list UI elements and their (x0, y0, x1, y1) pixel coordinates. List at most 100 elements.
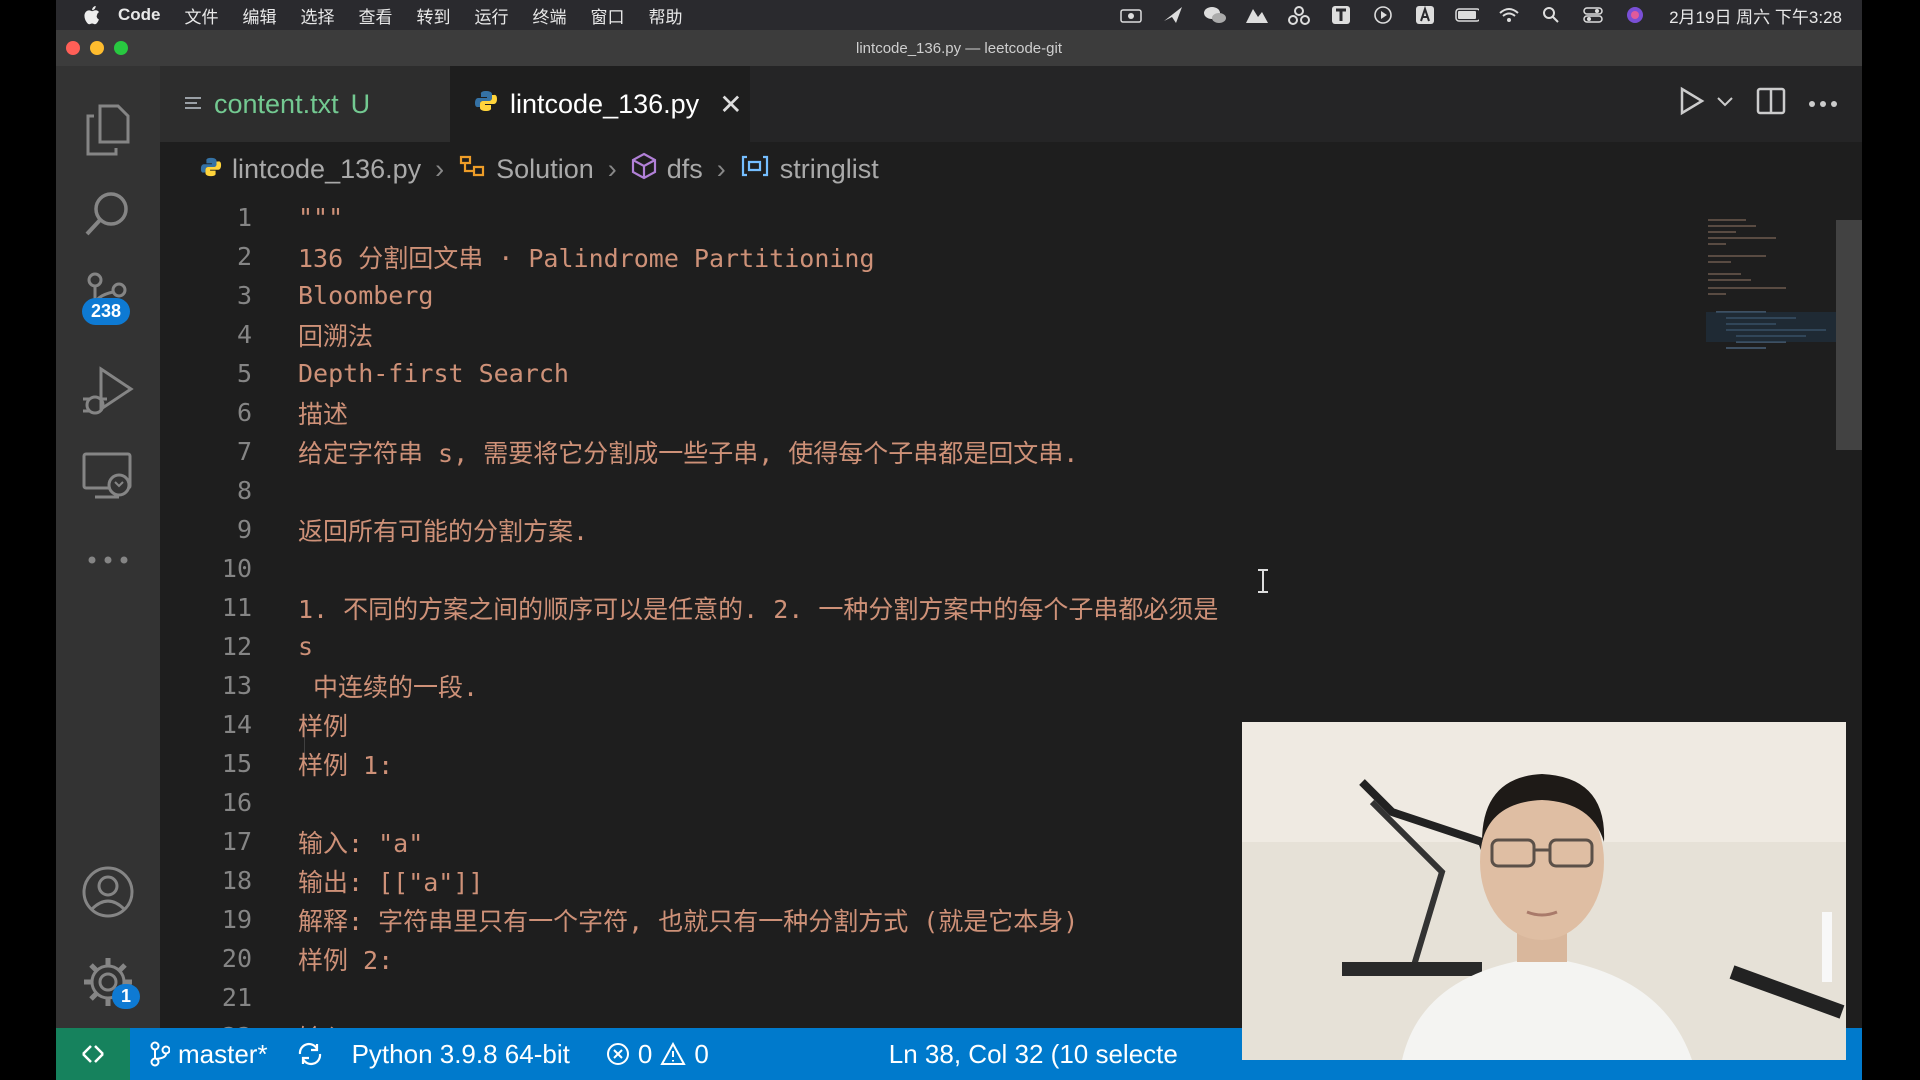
spotlight-search-icon[interactable] (1539, 4, 1563, 26)
sync-icon[interactable] (296, 1042, 324, 1066)
remote-explorer-icon[interactable] (56, 434, 160, 518)
code-line: 10 (160, 549, 298, 588)
control-center-icon[interactable] (1581, 4, 1605, 26)
breadcrumb-method-label: dfs (666, 153, 703, 184)
menu-terminal[interactable]: 终端 (533, 3, 567, 28)
line-number: 2 (236, 242, 252, 271)
settings-gear-icon[interactable]: 1 (56, 940, 160, 1024)
menu-go[interactable]: 转到 (417, 3, 451, 28)
breadcrumb-variable[interactable]: stringlist (740, 154, 879, 185)
line-number: 15 (221, 749, 252, 778)
tab-content-txt[interactable]: content.txt U (160, 66, 450, 142)
apple-icon[interactable] (82, 4, 104, 26)
remote-icon (82, 1045, 104, 1063)
git-branch-icon (150, 1041, 170, 1067)
minimize-window-button[interactable] (90, 41, 104, 55)
line-number: 11 (221, 593, 252, 622)
code-line: 8 (160, 471, 298, 510)
line-number: 8 (236, 476, 252, 505)
python-interpreter[interactable]: Python 3.9.8 64-bit (352, 1039, 570, 1070)
menu-window[interactable]: 窗口 (591, 3, 625, 28)
chevron-down-icon[interactable] (1716, 95, 1734, 113)
menu-view[interactable]: 查看 (359, 3, 393, 28)
breadcrumb-file-label: lintcode_136.py (232, 153, 422, 184)
wifi-icon[interactable] (1497, 4, 1521, 26)
code-line: 18 输出: [["a"]] (160, 861, 484, 900)
menu-selection[interactable]: 选择 (301, 3, 335, 28)
run-debug-icon[interactable] (56, 350, 160, 434)
chevron-right-icon: › (435, 153, 445, 184)
problems-indicator[interactable]: 0 0 (606, 1039, 709, 1070)
breadcrumb-method[interactable]: dfs (631, 152, 703, 187)
remote-indicator[interactable] (56, 1028, 130, 1080)
breadcrumb: lintcode_136.py › Solution › dfs › strin… (160, 142, 1760, 196)
menubar-clock[interactable]: 2月19日 周六 下午3:28 (1669, 3, 1842, 28)
bird-app-icon[interactable] (1161, 4, 1185, 26)
line-text: 返回所有可能的分割方案. (298, 516, 589, 546)
mountain-app-icon[interactable] (1245, 4, 1269, 26)
line-text: 给定字符串 s, 需要将它分割成一些子串, 使得每个子串都是回文串. (298, 438, 1079, 468)
network-app-icon[interactable] (1287, 4, 1311, 26)
line-text: """ (298, 203, 344, 232)
tab-lintcode-136[interactable]: lintcode_136.py ✕ (450, 66, 750, 142)
line-text: Bloomberg (298, 281, 434, 310)
line-number: 17 (221, 827, 252, 856)
accounts-icon[interactable] (56, 850, 160, 934)
explorer-icon[interactable] (56, 88, 160, 172)
breadcrumb-class[interactable]: Solution (458, 153, 594, 186)
code-line: 7 给定字符串 s, 需要将它分割成一些子串, 使得每个子串都是回文串. (160, 432, 1078, 471)
close-tab-icon[interactable]: ✕ (719, 88, 742, 121)
error-icon (606, 1043, 629, 1065)
code-line: 19 解释: 字符串里只有一个字符, 也就只有一种分割方式 (就是它本身) (160, 900, 1078, 939)
line-number: 4 (236, 320, 252, 349)
more-actions-icon[interactable] (1808, 95, 1838, 113)
menu-edit[interactable]: 编辑 (243, 3, 277, 28)
code-line: 15 样例 1: (160, 744, 393, 783)
line-number: 12 (221, 632, 252, 661)
more-views-icon[interactable] (56, 518, 160, 602)
code-line: 16 (160, 783, 298, 822)
close-window-button[interactable] (66, 41, 80, 55)
code-line: 5 Depth-first Search (160, 354, 569, 393)
line-text: 中连续的一段. (298, 672, 479, 702)
wechat-icon[interactable] (1203, 4, 1227, 26)
chevron-right-icon: › (716, 153, 726, 184)
untracked-status: U (350, 88, 371, 119)
breadcrumb-file[interactable]: lintcode_136.py (200, 154, 421, 185)
input-method-icon[interactable] (1413, 4, 1437, 26)
line-text: 回溯法 (298, 321, 374, 351)
git-branch[interactable]: master* (150, 1039, 268, 1070)
line-number: 6 (236, 398, 252, 427)
source-control-icon[interactable]: 238 (56, 256, 160, 340)
menu-app-code[interactable]: Code (118, 5, 161, 25)
battery-icon[interactable] (1455, 4, 1480, 26)
breadcrumb-variable-label: stringlist (779, 153, 879, 184)
editor-scrollbar[interactable] (1836, 220, 1862, 450)
error-count: 0 (637, 1038, 653, 1069)
code-line: 17 输入: "a" (160, 822, 423, 861)
minimap[interactable] (1706, 216, 1836, 366)
code-line: 13 中连续的一段. (160, 666, 478, 705)
search-icon[interactable] (56, 172, 160, 256)
breadcrumb-class-label: Solution (496, 153, 594, 184)
python-file-icon (200, 154, 222, 185)
variable-symbol-icon (740, 154, 770, 185)
menu-help[interactable]: 帮助 (649, 3, 683, 28)
chevron-right-icon: › (607, 153, 617, 184)
code-line: 2 136 分割回文串 · Palindrome Partitioning (160, 237, 875, 276)
menu-run[interactable]: 运行 (475, 3, 509, 28)
zoom-window-button[interactable] (114, 41, 128, 55)
typora-icon[interactable] (1329, 4, 1353, 26)
siri-icon[interactable] (1623, 4, 1647, 26)
cursor-position[interactable]: Ln 38, Col 32 (10 selecte (889, 1039, 1178, 1070)
line-text: Depth-first Search (298, 359, 569, 388)
split-editor-icon[interactable] (1756, 87, 1786, 120)
presenter-photo (1242, 722, 1846, 1060)
play-circle-icon[interactable] (1371, 4, 1395, 26)
screen-record-icon[interactable] (1119, 4, 1143, 26)
menu-file[interactable]: 文件 (185, 3, 219, 28)
line-number: 10 (221, 554, 252, 583)
run-python-file-icon[interactable] (1678, 86, 1706, 121)
line-number: 7 (236, 437, 252, 466)
code-line: 12 s (160, 627, 313, 666)
